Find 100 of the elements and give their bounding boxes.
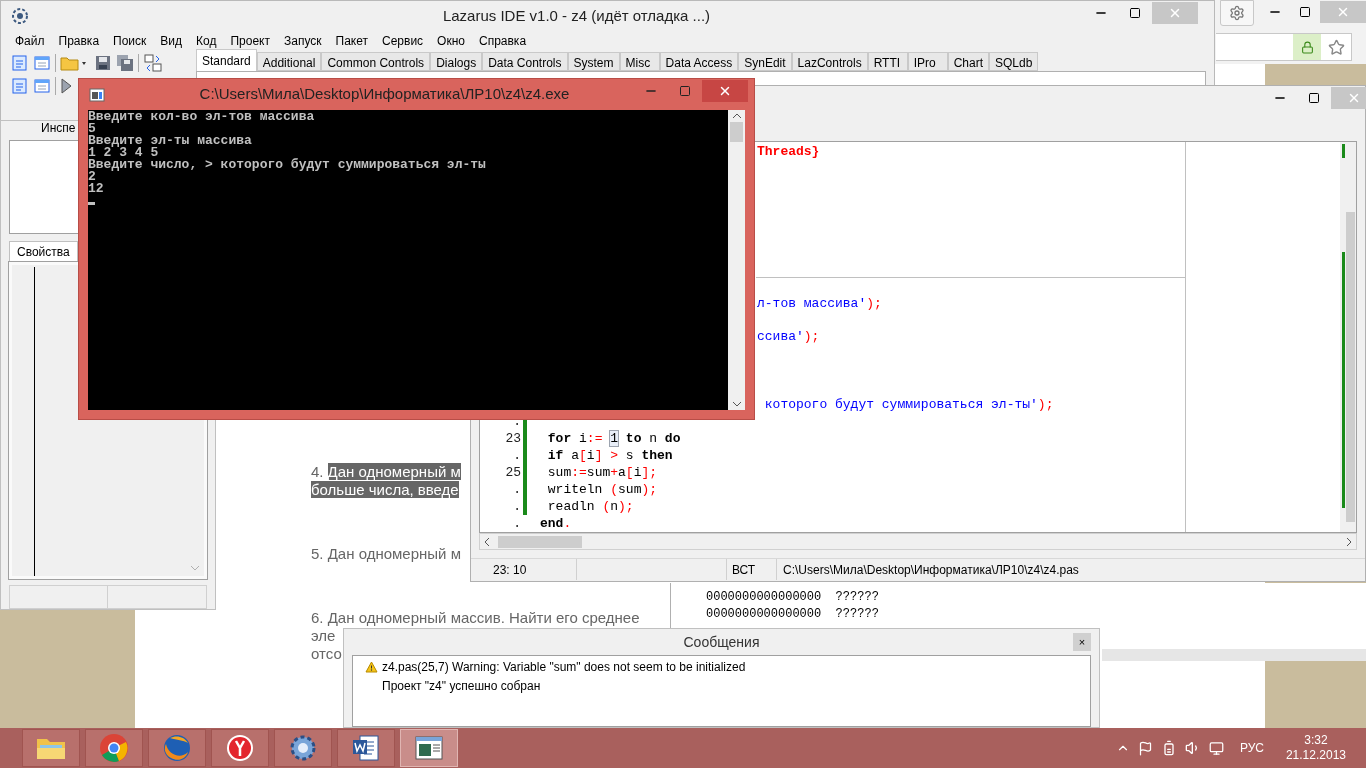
memory-line: 0000000000000000 ?????? <box>706 606 879 623</box>
code-line: writeln (sum); <box>546 480 658 498</box>
horizontal-scrollbar[interactable] <box>1102 649 1366 661</box>
taskbar-button[interactable] <box>211 729 269 767</box>
scrollbar-thumb[interactable] <box>498 535 582 548</box>
window-title: Инспе <box>41 121 76 135</box>
play-icon[interactable] <box>60 77 72 95</box>
palette-tab[interactable]: Misc <box>619 52 660 71</box>
task-text: эле <box>311 627 336 645</box>
circle-logo-icon <box>225 733 255 763</box>
vertical-scrollbar[interactable] <box>728 110 745 410</box>
palette-tab[interactable]: Data Access <box>659 52 739 71</box>
palette-tab[interactable]: SynEdit <box>738 52 792 71</box>
menu-item[interactable]: Код <box>190 32 223 50</box>
code-line: end. <box>540 514 572 532</box>
close-icon <box>1347 91 1361 105</box>
console-line: 1 2 3 4 5 <box>88 147 159 159</box>
maximize-icon <box>1308 92 1320 104</box>
change-marker <box>1342 144 1345 158</box>
code-line: которого будут суммироваться эл-ты'); <box>763 395 1054 413</box>
taskbar-button[interactable] <box>22 729 80 767</box>
taskbar-button[interactable] <box>85 729 143 767</box>
menu-item[interactable]: Правка <box>52 32 106 50</box>
save-all-icon[interactable] <box>116 54 134 72</box>
palette-tab[interactable]: Data Controls <box>482 52 568 71</box>
menu-item[interactable]: Вид <box>154 32 189 50</box>
menu-item[interactable]: Пакет <box>329 32 374 50</box>
console-cursor <box>88 202 95 205</box>
scroll-left-icon[interactable] <box>482 536 492 547</box>
scroll-up-icon[interactable] <box>731 112 742 120</box>
horizontal-scrollbar[interactable] <box>479 533 1357 550</box>
code-line: л-тов массива'); <box>757 294 882 312</box>
code-line: sum:=sum+a[i]; <box>546 463 658 481</box>
message-text[interactable]: z4.pas(25,7) Warning: Variable "sum" does not seem to be initialized <box>382 658 746 676</box>
file-path: C:\Users\Мила\Desktop\Информатика\ЛР10\z4\z4.pas <box>782 561 1079 579</box>
palette-tab[interactable]: LazControls <box>791 52 868 71</box>
toggle-icon[interactable] <box>143 53 163 73</box>
palette-tab[interactable]: System <box>567 52 620 71</box>
task-text: 4. Дан одномерный м <box>311 463 461 481</box>
menu-item[interactable]: Справка <box>473 32 533 50</box>
form-icon[interactable] <box>33 54 51 72</box>
cursor-position: 23: 10 <box>492 561 528 579</box>
console-line: Введите кол-во эл-тов массива <box>88 111 315 123</box>
palette-tab[interactable]: IPro <box>907 52 948 71</box>
menu-item[interactable]: Сервис <box>376 32 430 50</box>
menu-item[interactable]: Окно <box>431 32 471 50</box>
palette-tab[interactable]: RTTI <box>867 52 908 71</box>
line-number: . <box>512 412 521 430</box>
document-icon[interactable] <box>11 54 29 72</box>
palette-tab[interactable]: Additional <box>256 52 322 71</box>
maximize-icon <box>679 85 691 97</box>
network-icon[interactable] <box>1208 740 1224 756</box>
inspector-tab[interactable]: Свойства <box>9 241 78 263</box>
window-title: C:\Users\Мила\Desktop\Информатика\ЛР10\z4\z4.exe <box>199 84 570 105</box>
palette-tab[interactable]: Standard <box>196 49 257 71</box>
clock-date[interactable]: 21.12.2013 <box>1285 748 1346 763</box>
taskbar-button[interactable] <box>274 729 332 767</box>
clock-time[interactable]: 3:32 <box>1304 733 1328 748</box>
scrollbar-thumb[interactable] <box>1346 212 1355 522</box>
flag-icon[interactable] <box>1137 740 1153 756</box>
close-icon <box>1336 5 1350 19</box>
line-number: . <box>512 480 521 498</box>
globe-logo-icon <box>162 733 192 763</box>
task-text: больше числа, введе <box>311 481 459 499</box>
palette-tab[interactable]: SQLdb <box>989 52 1039 71</box>
taskbar-button[interactable] <box>400 729 458 767</box>
vertical-scrollbar[interactable] <box>1340 142 1356 532</box>
scroll-right-icon[interactable] <box>1344 536 1354 547</box>
code-line: Threads} <box>757 143 820 160</box>
close-button[interactable] <box>702 80 748 102</box>
menu-item[interactable]: Проект <box>224 32 276 50</box>
window-title: Сообщения <box>683 632 760 652</box>
palette-tab[interactable]: Dialogs <box>430 52 483 71</box>
taskbar-button[interactable] <box>337 729 395 767</box>
scrollbar-thumb[interactable] <box>730 122 743 142</box>
window-title: Lazarus IDE v1.0 - z4 (идёт отладка ...) <box>442 5 711 26</box>
line-number: 25 <box>504 463 521 481</box>
form-icon[interactable] <box>33 77 51 95</box>
menu-item[interactable]: Запуск <box>278 32 328 50</box>
address-field[interactable] <box>1216 33 1352 61</box>
maximize-icon <box>1299 6 1311 18</box>
palette-tab[interactable]: Chart <box>947 52 989 71</box>
settings-button[interactable] <box>1220 0 1254 26</box>
palette-tab[interactable]: Common Controls <box>321 52 431 71</box>
close-button[interactable]: × <box>1073 633 1091 651</box>
code-line: ссива'); <box>757 328 820 346</box>
message-text[interactable]: Проект "z4" успешно собран <box>382 677 541 695</box>
save-icon[interactable] <box>94 54 112 72</box>
document-icon <box>351 733 381 763</box>
scroll-down-icon[interactable] <box>731 400 742 408</box>
console-window-icon <box>414 735 444 761</box>
menu-item[interactable]: Поиск <box>107 32 153 50</box>
gear-icon <box>288 733 318 763</box>
warning-icon <box>365 661 378 673</box>
task-text: 6. Дан одномерный массив. Найти его среднее <box>311 609 640 627</box>
close-icon <box>718 84 732 98</box>
menu-item[interactable]: Файл <box>9 32 51 50</box>
document-icon[interactable] <box>11 77 29 95</box>
secure-lock-button[interactable] <box>1293 34 1321 60</box>
language-indicator[interactable]: РУС <box>1239 739 1264 757</box>
